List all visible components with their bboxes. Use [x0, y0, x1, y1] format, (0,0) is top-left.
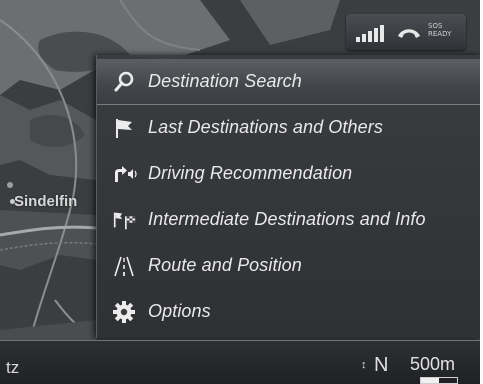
menu-item-options[interactable]: Options: [97, 289, 480, 334]
road-icon: [111, 253, 137, 279]
menu-item-driving-recommendation[interactable]: Driving Recommendation: [97, 151, 480, 196]
gear-icon: [111, 299, 137, 325]
sos-ready-indicator: SOS READY: [428, 22, 452, 38]
turn-arrow-speaker-icon: [111, 161, 137, 187]
menu-item-label: Route and Position: [148, 255, 302, 275]
intermediate-flags-icon: [111, 207, 137, 233]
navigation-menu: Destination Search Last Destinations and…: [96, 55, 480, 338]
signal-strength-icon: [356, 22, 388, 42]
map-status-bar: tz ↕ N 500m: [0, 340, 480, 384]
menu-item-label: Destination Search: [148, 71, 302, 91]
compass-arrow-icon: ↕: [361, 359, 367, 371]
map-scale-label: 500m: [410, 354, 456, 374]
compass-north-label[interactable]: N: [374, 354, 388, 377]
location-text: tz: [6, 358, 20, 377]
search-magnifier-icon: [111, 69, 137, 95]
navigation-screen: Sindelfin SOS READY Destination Search L…: [0, 0, 480, 384]
menu-item-route-position[interactable]: Route and Position: [97, 243, 480, 288]
menu-item-label: Intermediate Destinations and Info: [148, 209, 426, 229]
menu-item-label: Options: [148, 301, 211, 321]
map-scale-bar: [420, 377, 458, 384]
flag-icon: [111, 115, 137, 141]
status-bar: SOS READY: [346, 14, 466, 50]
menu-item-label: Driving Recommendation: [148, 163, 353, 183]
menu-item-destination-search[interactable]: Destination Search: [97, 59, 480, 105]
menu-item-label: Last Destinations and Others: [148, 117, 383, 137]
menu-item-last-destinations[interactable]: Last Destinations and Others: [97, 105, 480, 150]
map-city-label: Sindelfin: [14, 193, 78, 210]
phone-handset-icon: [398, 29, 420, 38]
menu-item-intermediate-destinations[interactable]: Intermediate Destinations and Info: [97, 197, 480, 242]
